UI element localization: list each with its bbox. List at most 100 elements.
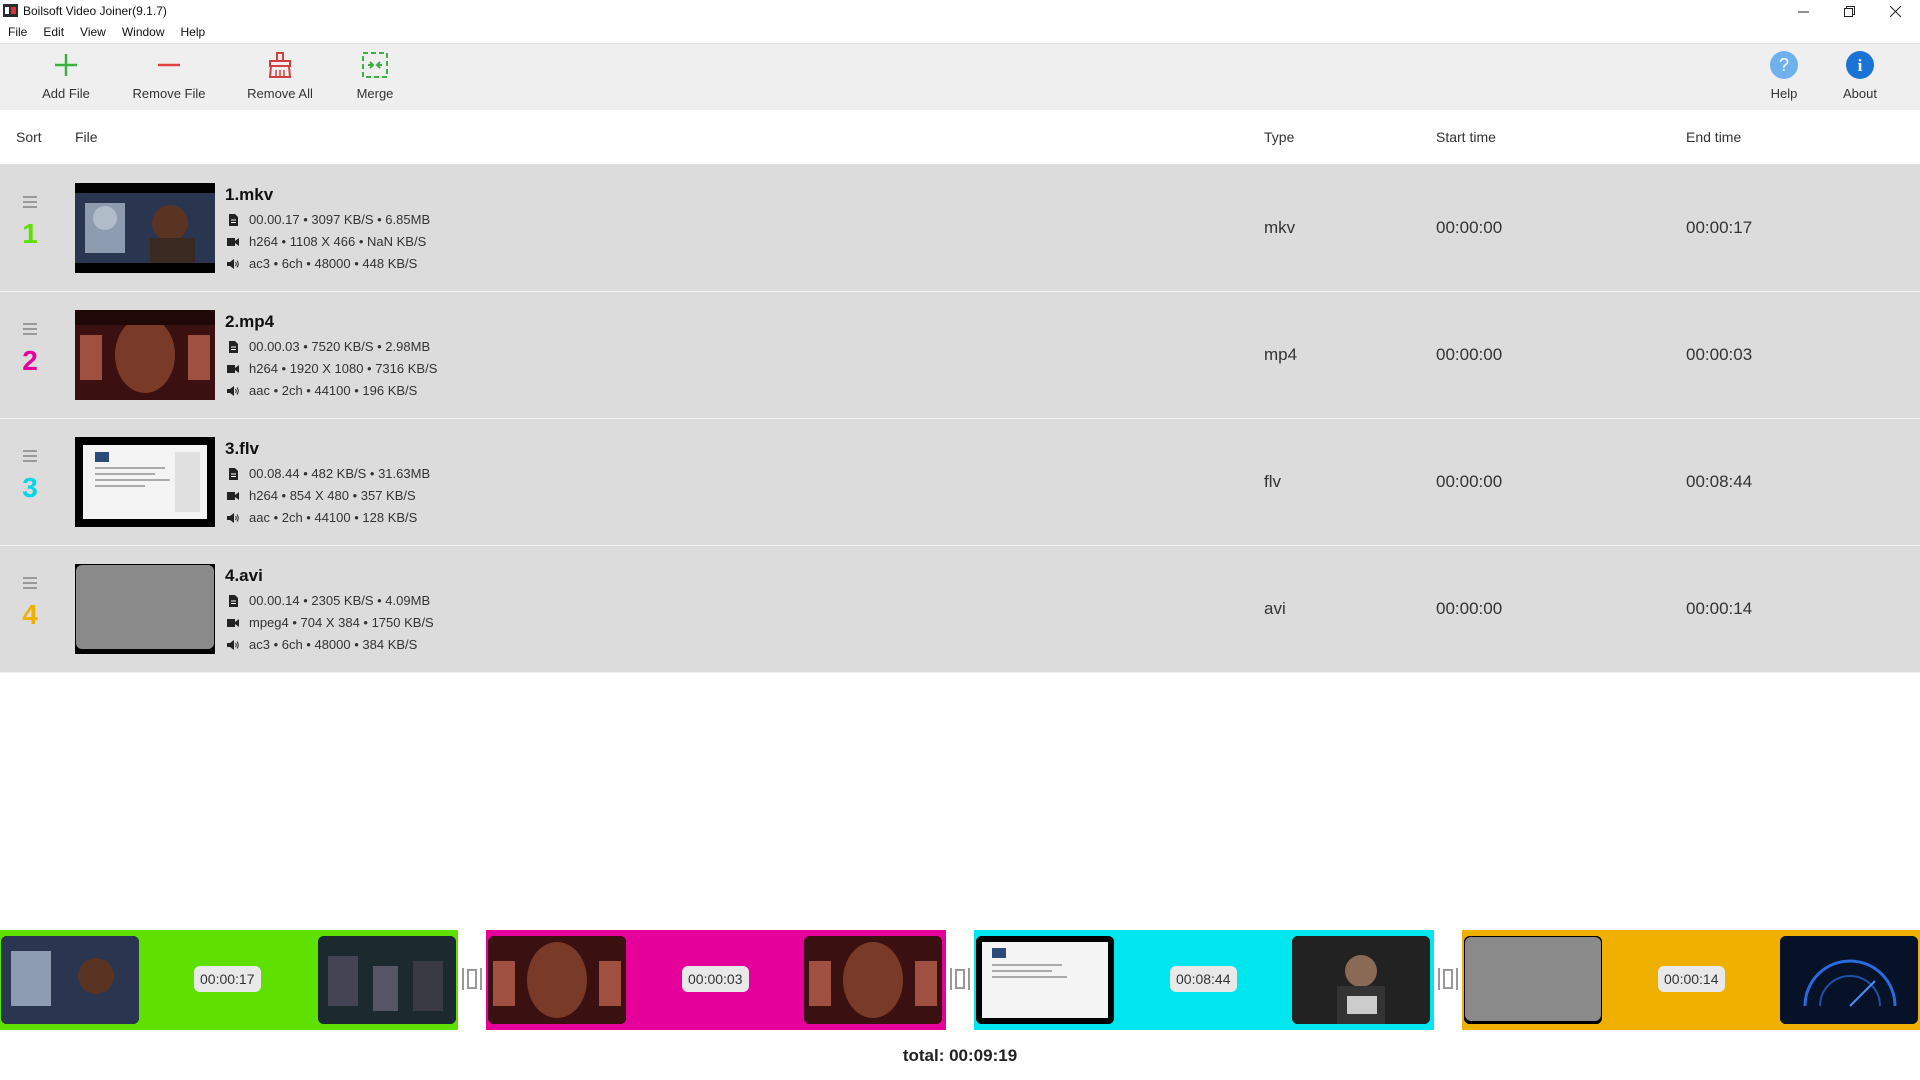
end-time[interactable]: 00:00:17 — [1686, 218, 1752, 238]
file-info: 00.00.17 • 3097 KB/S • 6.85MB — [227, 212, 430, 227]
file-name: 4.avi — [225, 566, 263, 585]
video-info: h264 • 1108 X 466 • NaN KB/S — [227, 234, 426, 249]
header-file[interactable]: File — [75, 129, 98, 145]
restore-icon — [1843, 5, 1855, 17]
end-time[interactable]: 00:08:44 — [1686, 472, 1752, 492]
window-title: Boilsoft Video Joiner(9.1.7) — [23, 4, 167, 18]
video-thumbnail — [75, 183, 215, 273]
segment-end-frame — [318, 936, 456, 1024]
audio-info: ac3 • 6ch • 48000 • 384 KB/S — [227, 637, 417, 652]
menu-bar: File Edit View Window Help — [0, 22, 1920, 42]
file-name: 1.mkv — [225, 185, 274, 204]
start-time[interactable]: 00:00:00 — [1436, 218, 1502, 238]
start-time[interactable]: 00:00:00 — [1436, 472, 1502, 492]
merge-icon — [362, 52, 388, 78]
remove-all-button[interactable]: Remove All — [240, 50, 320, 108]
total-duration: total: 00:09:19 — [902, 1046, 1018, 1065]
sort-number: 3 — [22, 472, 38, 503]
svg-text:?: ? — [1779, 55, 1789, 75]
file-type: avi — [1264, 599, 1286, 618]
sort-number: 1 — [22, 218, 38, 249]
segment-start-frame — [1464, 936, 1602, 1024]
audio-info: aac • 2ch • 44100 • 128 KB/S — [227, 510, 417, 525]
file-type: mkv — [1264, 218, 1296, 237]
segment-duration: 00:00:03 — [682, 966, 749, 992]
file-info: 00.08.44 • 482 KB/S • 31.63MB — [227, 466, 430, 481]
segment-duration: 00:00:14 — [1658, 966, 1725, 992]
close-icon — [1889, 5, 1901, 17]
header-sort[interactable]: Sort — [16, 129, 42, 145]
video-thumbnail — [75, 437, 215, 527]
video-info: mpeg4 • 704 X 384 • 1750 KB/S — [227, 615, 434, 630]
help-button[interactable]: ? Help — [1760, 50, 1808, 108]
segment-start-frame — [488, 936, 626, 1024]
sort-number: 2 — [22, 345, 38, 376]
file-icon — [229, 594, 238, 607]
toolbar: Add File Remove File Remove All Merge ? … — [0, 43, 1920, 111]
svg-text:i: i — [1858, 56, 1863, 75]
merge-button[interactable]: Merge — [345, 50, 405, 108]
menu-window[interactable]: Window — [114, 22, 173, 42]
about-button[interactable]: i About — [1833, 50, 1887, 108]
header-type[interactable]: Type — [1264, 129, 1294, 145]
video-camera-icon — [227, 364, 239, 373]
file-row[interactable]: 2 2.mp4 00.00.03 • 7520 KB/S • 2.98MB h2… — [0, 292, 1920, 419]
timeline-segment[interactable]: 00:00:14 — [1462, 930, 1920, 1030]
end-time[interactable]: 00:00:14 — [1686, 599, 1752, 619]
split-marker-icon[interactable] — [1436, 964, 1460, 994]
timeline-segment[interactable]: 00:00:17 — [0, 930, 458, 1030]
start-time[interactable]: 00:00:00 — [1436, 345, 1502, 365]
video-info: h264 • 1920 X 1080 • 7316 KB/S — [227, 361, 437, 376]
drag-handle-icon[interactable] — [23, 577, 37, 592]
drag-handle-icon[interactable] — [23, 450, 37, 465]
menu-edit[interactable]: Edit — [35, 22, 72, 42]
header-end-time[interactable]: End time — [1686, 129, 1741, 145]
video-camera-icon — [227, 237, 239, 246]
file-type: mp4 — [1264, 345, 1298, 364]
list-header: Sort File Type Start time End time — [0, 110, 1920, 165]
menu-view[interactable]: View — [72, 22, 114, 42]
file-info: 00.00.03 • 7520 KB/S • 2.98MB — [227, 339, 430, 354]
file-row[interactable]: 1 1.mkv 00.00.17 • 3097 KB/S • 6.85MB h2… — [0, 165, 1920, 292]
segment-end-frame — [1780, 936, 1918, 1024]
file-name: 2.mp4 — [225, 312, 275, 331]
video-camera-icon — [227, 491, 239, 500]
header-start-time[interactable]: Start time — [1436, 129, 1496, 145]
segment-start-frame — [1, 936, 139, 1024]
split-marker-icon[interactable] — [460, 964, 484, 994]
close-button[interactable] — [1872, 0, 1918, 22]
end-time[interactable]: 00:00:03 — [1686, 345, 1752, 365]
timeline-segment[interactable]: 00:00:03 — [486, 930, 946, 1030]
timeline: 00:00:17 00:00:03 00:08:44 00:00:14 — [0, 930, 1920, 1030]
file-row[interactable]: 4 4.avi 00.00.14 • 2305 KB/S • 4.09MB mp… — [0, 546, 1920, 673]
remove-file-button[interactable]: Remove File — [128, 50, 210, 108]
split-marker-icon[interactable] — [948, 964, 972, 994]
file-name: 3.flv — [225, 439, 260, 458]
audio-info: ac3 • 6ch • 48000 • 448 KB/S — [227, 256, 417, 271]
timeline-segment[interactable]: 00:08:44 — [974, 930, 1434, 1030]
file-icon — [229, 340, 238, 353]
file-icon — [229, 213, 238, 226]
video-thumbnail — [75, 310, 215, 400]
file-type: flv — [1264, 472, 1281, 491]
speaker-icon — [227, 258, 239, 269]
video-camera-icon — [227, 618, 239, 627]
speaker-icon — [227, 512, 239, 523]
broom-icon — [268, 52, 292, 78]
menu-file[interactable]: File — [0, 22, 35, 42]
segment-duration: 00:00:17 — [194, 966, 261, 992]
minimize-icon — [1797, 11, 1809, 12]
drag-handle-icon[interactable] — [23, 323, 37, 338]
restore-button[interactable] — [1826, 0, 1872, 22]
speaker-icon — [227, 639, 239, 650]
file-row[interactable]: 3 3.flv 00.08.44 • 482 KB/S • 31.63MB h2… — [0, 419, 1920, 546]
title-bar: Boilsoft Video Joiner(9.1.7) — [0, 0, 1920, 22]
video-info: h264 • 854 X 480 • 357 KB/S — [227, 488, 416, 503]
menu-help[interactable]: Help — [173, 22, 214, 42]
add-file-button[interactable]: Add File — [30, 50, 102, 108]
start-time[interactable]: 00:00:00 — [1436, 599, 1502, 619]
drag-handle-icon[interactable] — [23, 196, 37, 211]
file-info: 00.00.14 • 2305 KB/S • 4.09MB — [227, 593, 430, 608]
minimize-button[interactable] — [1780, 0, 1826, 22]
segment-start-frame — [976, 936, 1114, 1024]
